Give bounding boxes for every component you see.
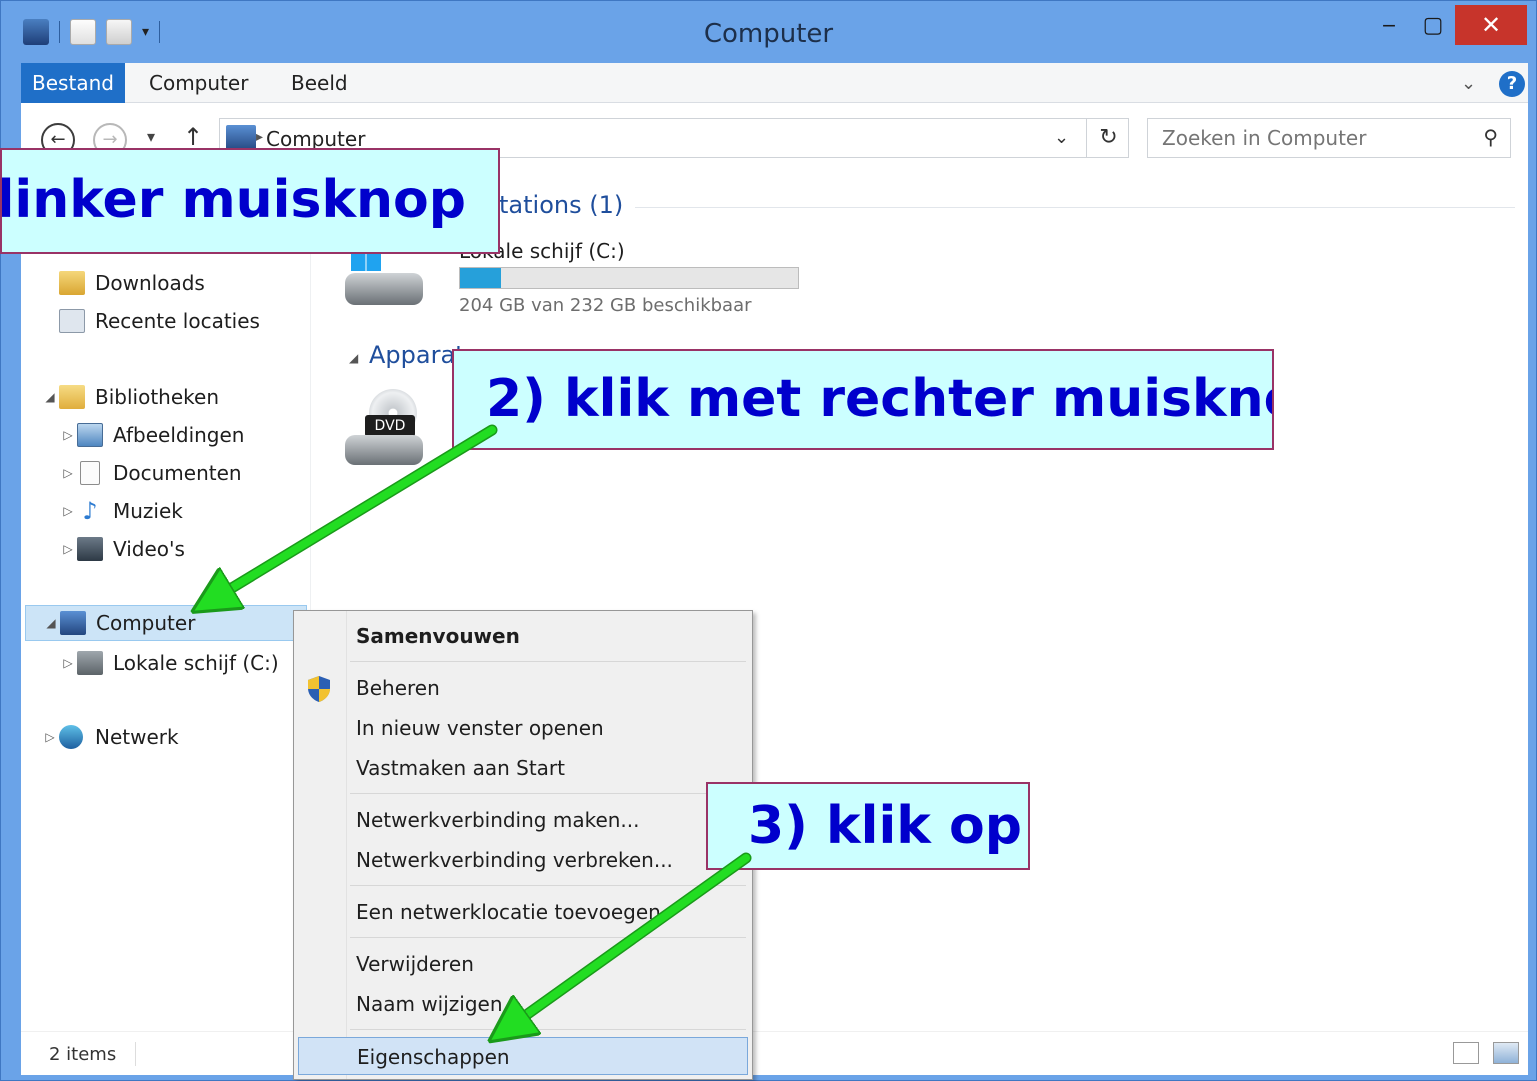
- nav-item-documents[interactable]: ▷ Documenten: [59, 455, 242, 491]
- dvd-drive-icon[interactable]: DVD: [345, 389, 423, 469]
- large-icons-view-icon[interactable]: [1493, 1042, 1519, 1064]
- menu-item-properties[interactable]: Eigenschappen: [298, 1037, 748, 1075]
- help-icon[interactable]: ?: [1499, 71, 1525, 97]
- address-dropdown-icon[interactable]: ⌄: [1054, 127, 1069, 148]
- videos-icon: [77, 537, 103, 561]
- nav-item-music[interactable]: ▷ ♪ Muziek: [59, 493, 183, 529]
- menu-item-collapse[interactable]: Samenvouwen: [298, 617, 748, 655]
- drive-usage-fill: [460, 268, 501, 288]
- drive-free-space: 204 GB van 232 GB beschikbaar: [459, 295, 752, 316]
- collapse-arrow-icon[interactable]: ◢: [349, 351, 358, 365]
- menu-item-pin-to-start[interactable]: Vastmaken aan Start: [298, 749, 748, 787]
- downloads-folder-icon: [59, 271, 85, 295]
- search-box[interactable]: ⚲: [1147, 118, 1511, 158]
- nav-item-downloads[interactable]: Downloads: [59, 265, 205, 301]
- nav-item-computer[interactable]: ◢ Computer: [25, 605, 307, 641]
- status-bar: 2 items: [21, 1031, 1528, 1075]
- refresh-button[interactable]: ↻: [1086, 119, 1130, 157]
- menu-separator: [350, 793, 746, 794]
- expand-arrow-icon[interactable]: ▷: [59, 542, 77, 556]
- menu-separator: [350, 661, 746, 662]
- group-header-drives[interactable]: tations (1): [499, 191, 623, 219]
- menu-item-map-network-drive[interactable]: Netwerkverbinding maken...: [298, 801, 748, 839]
- maximize-button[interactable]: ▢: [1413, 5, 1453, 45]
- menu-item-manage[interactable]: Beheren: [298, 669, 748, 707]
- search-input[interactable]: [1148, 119, 1468, 157]
- expand-arrow-icon[interactable]: ▷: [59, 656, 77, 670]
- expand-arrow-icon[interactable]: ▷: [59, 504, 77, 518]
- nav-label: Documenten: [113, 461, 242, 485]
- recent-locations-icon[interactable]: ▾: [147, 127, 155, 146]
- nav-label: Computer: [96, 611, 196, 635]
- collapse-arrow-icon[interactable]: ◢: [41, 390, 59, 404]
- nav-item-videos[interactable]: ▷ Video's: [59, 531, 185, 567]
- nav-label: Muziek: [113, 499, 183, 523]
- ribbon-tabs: Bestand Computer Beeld ⌄ ?: [21, 63, 1528, 103]
- menu-item-rename[interactable]: Naam wijzigen: [298, 985, 748, 1023]
- nav-item-network[interactable]: ▷ Netwerk: [41, 719, 179, 755]
- annotation-text-1: et linker muisknop: [0, 170, 466, 230]
- nav-label: Recente locaties: [95, 309, 260, 333]
- tab-computer[interactable]: Computer: [149, 63, 248, 103]
- menu-item-add-network-location[interactable]: Een netwerklocatie toevoegen: [298, 893, 748, 931]
- nav-label: Lokale schijf (C:): [113, 651, 279, 675]
- search-icon[interactable]: ⚲: [1483, 125, 1498, 149]
- nav-label: Afbeeldingen: [113, 423, 245, 447]
- menu-separator: [350, 885, 746, 886]
- annotation-callout-3: 3) klik op: [706, 782, 1030, 870]
- expand-arrow-icon[interactable]: ▷: [59, 428, 77, 442]
- menu-item-open-new-window[interactable]: In nieuw venster openen: [298, 709, 748, 747]
- title-bar[interactable]: ▾ Computer ‒ ▢ ✕: [1, 1, 1536, 63]
- collapse-arrow-icon[interactable]: ◢: [42, 616, 60, 630]
- nav-label: Downloads: [95, 271, 205, 295]
- status-separator: [135, 1042, 136, 1066]
- nav-label: Netwerk: [95, 725, 179, 749]
- documents-icon: [80, 461, 100, 485]
- menu-separator: [350, 937, 746, 938]
- nav-item-local-disk[interactable]: ▷ Lokale schijf (C:): [59, 645, 279, 681]
- annotation-callout-2: 2) klik met rechter muisknop: [452, 349, 1274, 450]
- music-icon: ♪: [82, 497, 98, 525]
- navigation-pane: Downloads Recente locaties ◢ Bibliotheke…: [21, 171, 311, 1041]
- minimize-button[interactable]: ‒: [1369, 5, 1409, 45]
- context-menu: Samenvouwen Beheren In nieuw venster ope…: [293, 610, 753, 1080]
- nav-label: Bibliotheken: [95, 385, 219, 409]
- close-button[interactable]: ✕: [1455, 5, 1527, 45]
- computer-icon: [60, 611, 86, 635]
- expand-arrow-icon[interactable]: ▷: [41, 730, 59, 744]
- recent-locations-icon: [59, 309, 85, 333]
- breadcrumb-separator-icon: ▸: [256, 129, 264, 145]
- up-button[interactable]: ↑: [183, 123, 203, 151]
- dvd-label: DVD: [365, 415, 415, 437]
- nav-item-recent[interactable]: Recente locaties: [59, 303, 260, 339]
- item-count: 2 items: [49, 1044, 117, 1065]
- annotation-callout-1: et linker muisknop: [0, 148, 500, 254]
- libraries-folder-icon: [59, 385, 85, 409]
- nav-item-pictures[interactable]: ▷ Afbeeldingen: [59, 417, 244, 453]
- menu-item-delete[interactable]: Verwijderen: [298, 945, 748, 983]
- details-view-icon[interactable]: [1453, 1042, 1479, 1064]
- menu-separator: [350, 1029, 746, 1030]
- menu-item-disconnect-network-drive[interactable]: Netwerkverbinding verbreken...: [298, 841, 748, 879]
- tab-beeld[interactable]: Beeld: [291, 63, 348, 103]
- network-icon: [59, 725, 83, 749]
- pictures-icon: [77, 423, 103, 447]
- nav-item-libraries[interactable]: ◢ Bibliotheken: [41, 379, 219, 415]
- drive-icon: [77, 651, 103, 675]
- expand-arrow-icon[interactable]: ▷: [59, 466, 77, 480]
- drive-usage-bar: [459, 267, 799, 289]
- nav-label: Video's: [113, 537, 185, 561]
- tab-bestand[interactable]: Bestand: [21, 63, 125, 103]
- window-title: Computer: [703, 19, 834, 49]
- expand-ribbon-icon[interactable]: ⌄: [1461, 73, 1476, 94]
- group-divider: [635, 207, 1515, 208]
